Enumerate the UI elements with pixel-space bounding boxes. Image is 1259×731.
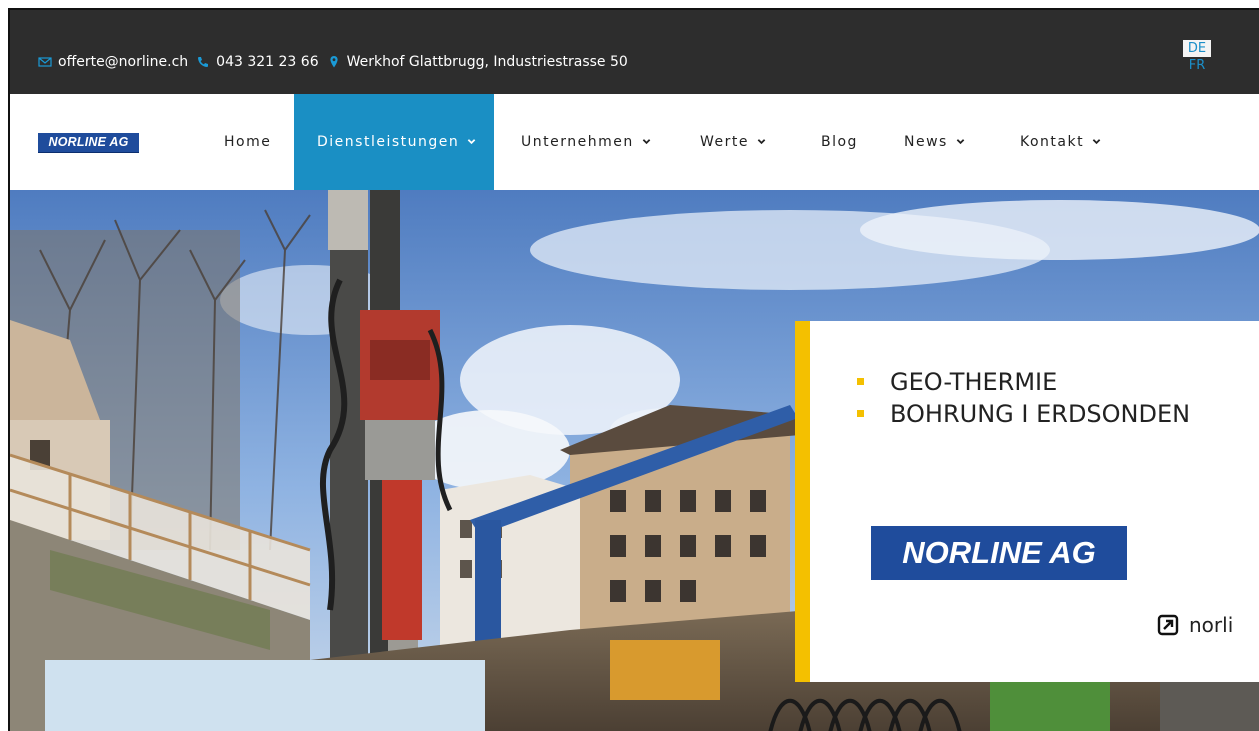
bullet-item: GEO-THERMIE bbox=[857, 366, 1190, 398]
bullet-item: BOHRUNG I ERDSONDEN bbox=[857, 398, 1190, 430]
card-external-link[interactable]: norli bbox=[1157, 613, 1233, 637]
nav-label: Kontakt bbox=[1020, 134, 1085, 150]
accent-bar bbox=[795, 321, 810, 682]
chevron-down-icon bbox=[956, 138, 965, 144]
service-bullets: GEO-THERMIE BOHRUNG I ERDSONDEN bbox=[857, 366, 1190, 430]
nav-item-news[interactable]: News bbox=[904, 94, 965, 190]
email-link[interactable]: offerte@norline.ch bbox=[58, 54, 188, 70]
hero-info-card: GEO-THERMIE BOHRUNG I ERDSONDEN NORLINE … bbox=[795, 321, 1259, 682]
bullet-square-icon bbox=[857, 410, 864, 417]
nav-item-unternehmen[interactable]: Unternehmen bbox=[521, 94, 651, 190]
bullet-text: BOHRUNG I ERDSONDEN bbox=[890, 400, 1191, 428]
nav-item-home[interactable]: Home bbox=[224, 94, 271, 190]
language-de[interactable]: DE bbox=[1183, 40, 1211, 57]
nav-label: Dienstleistungen bbox=[317, 134, 460, 150]
nav-label: Home bbox=[224, 134, 272, 150]
site-logo[interactable]: NORLINE AG bbox=[38, 133, 139, 153]
nav-item-blog[interactable]: Blog bbox=[821, 94, 858, 190]
nav-label: News bbox=[904, 134, 948, 150]
nav-item-werte[interactable]: Werte bbox=[700, 94, 766, 190]
bullet-square-icon bbox=[857, 378, 864, 385]
card-logo: NORLINE AG bbox=[871, 526, 1127, 580]
bullet-text: GEO-THERMIE bbox=[890, 368, 1058, 396]
phone-icon bbox=[196, 55, 210, 69]
chevron-down-icon bbox=[757, 138, 766, 144]
top-contact-bar: offerte@norline.ch 043 321 23 66 Werkhof… bbox=[10, 10, 1259, 94]
chevron-down-icon bbox=[467, 138, 476, 144]
nav-label: Unternehmen bbox=[521, 134, 634, 150]
nav-item-kontakt[interactable]: Kontakt bbox=[1020, 94, 1101, 190]
language-switcher: DE FR bbox=[1183, 40, 1211, 74]
envelope-icon bbox=[38, 55, 52, 69]
nav-item-dienstleistungen[interactable]: Dienstleistungen bbox=[294, 94, 494, 190]
info-panel bbox=[45, 660, 485, 731]
nav-label: Werte bbox=[700, 134, 749, 150]
nav-label: Blog bbox=[821, 134, 858, 150]
external-link-icon bbox=[1157, 614, 1179, 636]
location-pin-icon bbox=[327, 55, 341, 69]
language-fr[interactable]: FR bbox=[1183, 57, 1211, 74]
contact-info: offerte@norline.ch 043 321 23 66 Werkhof… bbox=[38, 54, 628, 70]
phone-link[interactable]: 043 321 23 66 bbox=[216, 54, 318, 70]
browser-page: offerte@norline.ch 043 321 23 66 Werkhof… bbox=[8, 8, 1259, 731]
link-text: norli bbox=[1189, 613, 1234, 637]
main-navigation: NORLINE AG Home Dienstleistungen Unterne… bbox=[10, 94, 1259, 190]
address-text: Werkhof Glattbrugg, Industriestrasse 50 bbox=[346, 54, 628, 70]
hero-section: GEO-THERMIE BOHRUNG I ERDSONDEN NORLINE … bbox=[10, 190, 1259, 731]
chevron-down-icon bbox=[642, 138, 651, 144]
chevron-down-icon bbox=[1092, 138, 1101, 144]
